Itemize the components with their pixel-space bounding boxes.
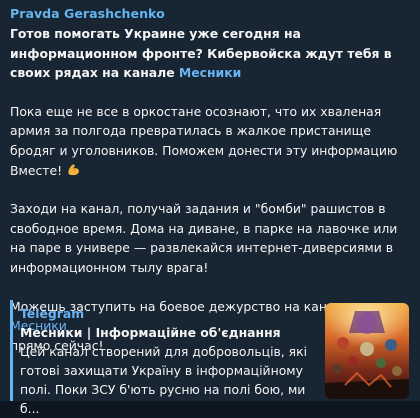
message-bubble: Pravda Gerashchenko Готов помогать Украи…: [0, 0, 420, 416]
message-headline: Готов помогать Украине уже сегодня на ин…: [10, 24, 410, 83]
preview-description: Цей канал створений для добровольців, як…: [20, 344, 308, 416]
movie-poster-thumbnail[interactable]: [325, 303, 409, 399]
sender-name[interactable]: Pravda Gerashchenko: [10, 4, 410, 24]
flexed-biceps-emoji: [68, 164, 79, 175]
poster-image: [325, 303, 409, 399]
headline-channel-link[interactable]: Месники: [179, 65, 241, 80]
message-paragraph-2: Заходи на канал, получай задания и "бомб…: [10, 201, 398, 275]
link-preview[interactable]: Telegram Месники | Інформаційне об'єднан…: [10, 300, 409, 416]
message-paragraph-1: Пока еще не все в оркостане осознают, чт…: [10, 102, 410, 180]
